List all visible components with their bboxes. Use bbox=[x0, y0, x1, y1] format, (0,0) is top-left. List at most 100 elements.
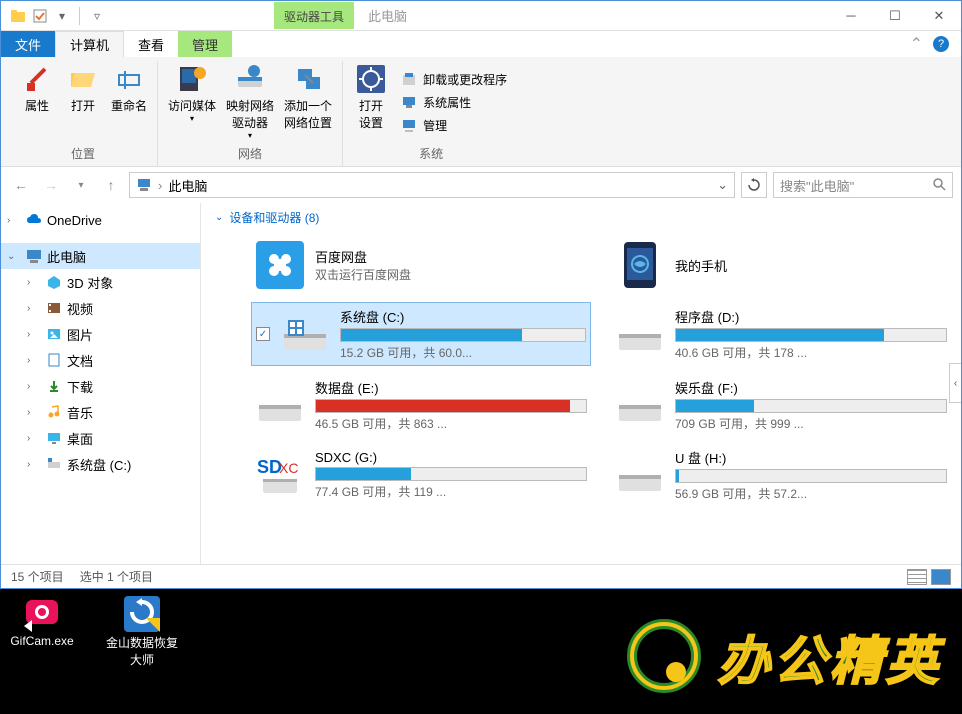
progress-bar bbox=[675, 399, 947, 413]
desktop-icon bbox=[45, 429, 63, 447]
menu-manage[interactable]: 管理 bbox=[178, 31, 232, 57]
ribbon-group-system: 打开 设置 卸载或更改程序 系统属性 管理 系统 bbox=[343, 61, 519, 166]
item-my-phone[interactable]: 我的手机 bbox=[611, 236, 951, 294]
folder-icon bbox=[9, 7, 27, 25]
item-drive-f[interactable]: 娱乐盘 (F:)709 GB 可用，共 999 ... bbox=[611, 374, 951, 436]
progress-bar bbox=[315, 399, 587, 413]
drive-icon bbox=[615, 380, 665, 430]
sdxc-icon: SDXC bbox=[255, 450, 305, 500]
ribbon-collapse-icon[interactable]: ⌃ bbox=[910, 34, 923, 54]
statusbar: 15 个项目 选中 1 个项目 bbox=[1, 564, 961, 588]
search-placeholder: 搜索"此电脑" bbox=[780, 176, 854, 195]
ribbon-open-settings[interactable]: 打开 设置 bbox=[349, 61, 393, 143]
progress-bar bbox=[675, 328, 947, 342]
watermark: 办公精英 bbox=[624, 616, 942, 696]
menu-computer[interactable]: 计算机 bbox=[55, 31, 124, 57]
pc-icon bbox=[25, 247, 43, 265]
usb-drive-icon bbox=[615, 450, 665, 500]
item-drive-h[interactable]: U 盘 (H:)56.9 GB 可用，共 57.2... bbox=[611, 444, 951, 506]
ribbon-uninstall[interactable]: 卸载或更改程序 bbox=[395, 69, 513, 90]
progress-bar bbox=[675, 469, 947, 483]
ribbon-open[interactable]: 打开 bbox=[61, 61, 105, 143]
ribbon-sys-properties[interactable]: 系统属性 bbox=[395, 92, 513, 113]
nav-up-icon[interactable]: ↑ bbox=[99, 173, 123, 197]
ribbon-manage[interactable]: 管理 bbox=[395, 115, 513, 136]
item-drive-e[interactable]: 数据盘 (E:)46.5 GB 可用，共 863 ... bbox=[251, 374, 591, 436]
drive-icon bbox=[255, 380, 305, 430]
close-button[interactable]: ✕ bbox=[917, 1, 961, 30]
minimize-button[interactable]: ─ bbox=[829, 1, 873, 30]
sidebar-music[interactable]: ›音乐 bbox=[1, 399, 200, 425]
drive-icon bbox=[45, 455, 63, 473]
maximize-button[interactable]: ☐ bbox=[873, 1, 917, 30]
phone-icon bbox=[615, 240, 665, 290]
nav-recent-icon[interactable]: ▾ bbox=[69, 173, 93, 197]
progress-bar bbox=[340, 328, 586, 342]
help-icon[interactable]: ? bbox=[933, 36, 949, 52]
ribbon-access-media[interactable]: 访问媒体▾ bbox=[164, 61, 220, 143]
nav-back-icon[interactable]: ← bbox=[9, 173, 33, 197]
ribbon-add-location[interactable]: 添加一个 网络位置 bbox=[280, 61, 336, 143]
watermark-logo-icon bbox=[624, 616, 704, 696]
music-icon bbox=[45, 403, 63, 421]
navbar: ← → ▾ ↑ › 此电脑 ⌄ 搜索"此电脑" bbox=[1, 167, 961, 203]
drive-icon bbox=[280, 309, 330, 359]
edge-tab[interactable]: ‹ bbox=[949, 363, 961, 403]
view-details-icon[interactable] bbox=[907, 569, 927, 585]
window-title: 此电脑 bbox=[354, 6, 421, 25]
sidebar-desktop[interactable]: ›桌面 bbox=[1, 425, 200, 451]
status-selected: 选中 1 个项目 bbox=[80, 568, 153, 585]
desktop-icon-kingsoft[interactable]: 金山数据恢复 大师 bbox=[106, 594, 178, 668]
ribbon-group-network: 访问媒体▾ 映射网络 驱动器▾ 添加一个 网络位置 网络 bbox=[158, 61, 343, 166]
search-icon[interactable] bbox=[932, 177, 946, 194]
address-path[interactable]: 此电脑 bbox=[168, 176, 207, 195]
search-input[interactable]: 搜索"此电脑" bbox=[773, 172, 953, 198]
svg-text:XC: XC bbox=[279, 460, 298, 476]
sidebar-documents[interactable]: ›文档 bbox=[1, 347, 200, 373]
sidebar: ›OneDrive ⌄此电脑 ›3D 对象 ›视频 ›图片 ›文档 ›下载 ›音… bbox=[1, 203, 201, 564]
section-devices[interactable]: ⌄设备和驱动器 (8) bbox=[211, 203, 951, 232]
ribbon: 属性 打开 重命名 位置 访问媒体▾ bbox=[1, 57, 961, 167]
address-dropdown-icon[interactable]: ⌄ bbox=[717, 177, 728, 193]
sidebar-pictures[interactable]: ›图片 bbox=[1, 321, 200, 347]
sidebar-onedrive[interactable]: ›OneDrive bbox=[1, 207, 200, 233]
ribbon-group-location: 属性 打开 重命名 位置 bbox=[9, 61, 158, 166]
item-baidu-netdisk[interactable]: 百度网盘双击运行百度网盘 bbox=[251, 236, 591, 294]
3d-icon bbox=[45, 273, 63, 291]
ribbon-rename[interactable]: 重命名 bbox=[107, 61, 151, 143]
item-drive-c[interactable]: ✓ 系统盘 (C:)15.2 GB 可用，共 60.0... bbox=[251, 302, 591, 366]
desktop-icons: GifCam.exe 金山数据恢复 大师 bbox=[6, 594, 178, 668]
contextual-tab-drive-tools[interactable]: 驱动器工具 bbox=[274, 2, 354, 29]
sidebar-3d-objects[interactable]: ›3D 对象 bbox=[1, 269, 200, 295]
qat-overflow[interactable]: ▿ bbox=[88, 7, 106, 25]
ribbon-map-drive[interactable]: 映射网络 驱动器▾ bbox=[222, 61, 278, 143]
pictures-icon bbox=[45, 325, 63, 343]
sidebar-system-drive[interactable]: ›系统盘 (C:) bbox=[1, 451, 200, 477]
item-drive-g[interactable]: SDXC SDXC (G:)77.4 GB 可用，共 119 ... bbox=[251, 444, 591, 506]
ribbon-properties[interactable]: 属性 bbox=[15, 61, 59, 143]
menu-file[interactable]: 文件 bbox=[1, 31, 55, 57]
downloads-icon bbox=[45, 377, 63, 395]
explorer-window: ▾ ▿ 驱动器工具 此电脑 ─ ☐ ✕ 文件 计算机 查看 管理 ⌃ ? 属性 bbox=[0, 0, 962, 589]
sidebar-this-pc[interactable]: ⌄此电脑 bbox=[1, 243, 200, 269]
documents-icon bbox=[45, 351, 63, 369]
items-view[interactable]: ⌄设备和驱动器 (8) 百度网盘双击运行百度网盘 我的手机 ✓ 系统盘 (C:)… bbox=[201, 203, 961, 564]
sidebar-downloads[interactable]: ›下载 bbox=[1, 373, 200, 399]
view-large-icon[interactable] bbox=[931, 569, 951, 585]
nav-forward-icon: → bbox=[39, 173, 63, 197]
checkbox-icon[interactable]: ✓ bbox=[256, 327, 270, 341]
baidu-icon bbox=[255, 240, 305, 290]
progress-bar bbox=[315, 467, 587, 481]
menubar: 文件 计算机 查看 管理 ⌃ ? bbox=[1, 31, 961, 57]
sidebar-videos[interactable]: ›视频 bbox=[1, 295, 200, 321]
address-bar[interactable]: › 此电脑 ⌄ bbox=[129, 172, 735, 198]
menu-view[interactable]: 查看 bbox=[124, 31, 178, 57]
checkbox-icon[interactable] bbox=[31, 7, 49, 25]
drive-icon bbox=[615, 309, 665, 359]
refresh-button[interactable] bbox=[741, 172, 767, 198]
item-drive-d[interactable]: 程序盘 (D:)40.6 GB 可用，共 178 ... bbox=[611, 302, 951, 366]
desktop-icon-gifcam[interactable]: GifCam.exe bbox=[6, 594, 78, 668]
qat-dropdown-icon[interactable]: ▾ bbox=[53, 7, 71, 25]
content-area: ›OneDrive ⌄此电脑 ›3D 对象 ›视频 ›图片 ›文档 ›下载 ›音… bbox=[1, 203, 961, 564]
pc-icon bbox=[136, 177, 152, 193]
